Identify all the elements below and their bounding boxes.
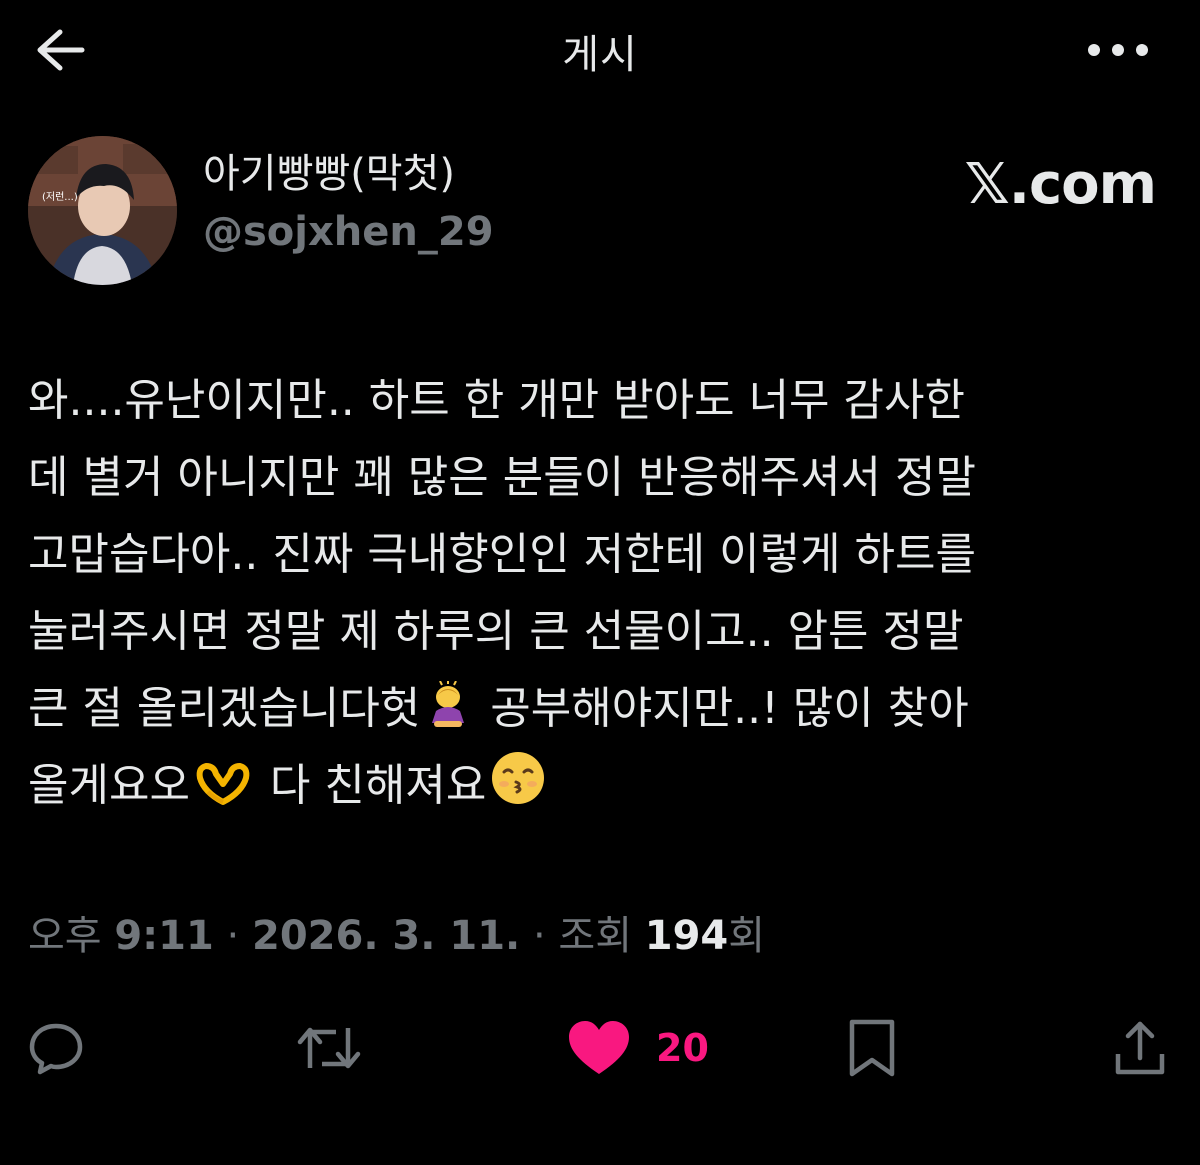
- top-bar: 게시: [0, 0, 1200, 110]
- views-label: 조회: [558, 913, 645, 959]
- views-count[interactable]: 194: [645, 913, 729, 959]
- heart-hands-emoji: [194, 753, 252, 830]
- tweet-line: 눌러주시면 정말 제 하루의 큰 선물이고.. 암튼 정말: [28, 606, 964, 657]
- share-icon: [1115, 1021, 1165, 1075]
- tweet-text-segment: 공부해야지만..! 많이 찾아: [490, 683, 969, 734]
- avatar-caption: (저런...): [42, 191, 78, 203]
- retweet-icon: [297, 1027, 361, 1069]
- time-prefix: 오후: [28, 913, 115, 959]
- tweet-line: 와....유난이지만.. 하트 한 개만 받아도 너무 감사한: [28, 375, 965, 426]
- separator: ·: [520, 913, 559, 959]
- user-handle[interactable]: @sojxhen_29: [203, 202, 494, 262]
- tweet-line: 고맙습다아.. 진짜 극내향인인 저한테 이렇게 하트를: [28, 529, 976, 580]
- tweet-text-segment: 올게요오: [28, 760, 190, 811]
- author-names: 아기빵빵(막첫) @sojxhen_29: [203, 146, 494, 262]
- display-name[interactable]: 아기빵빵(막첫): [203, 146, 494, 202]
- post-date: 2026. 3. 11.: [251, 913, 521, 959]
- bowing-woman-emoji: [424, 676, 472, 753]
- like-button[interactable]: 20: [566, 1010, 709, 1086]
- author-row: (저런...) 아기빵빵(막첫) @sojxhen_29 𝕏.com: [28, 136, 1178, 286]
- tweet-text-segment: 다 친해져요: [269, 760, 487, 811]
- heart-icon: [569, 1021, 629, 1074]
- action-bar: 20: [0, 1010, 1200, 1090]
- page-title: 게시: [562, 32, 638, 78]
- tweet-text: 와....유난이지만.. 하트 한 개만 받아도 너무 감사한 데 별거 아니지…: [28, 362, 1178, 824]
- x-com-watermark: 𝕏.com: [964, 152, 1157, 217]
- kissing-face-emoji: [490, 750, 546, 830]
- reply-button[interactable]: [26, 1010, 86, 1086]
- views-suffix: 회: [728, 913, 766, 959]
- avatar[interactable]: (저런...): [28, 136, 177, 285]
- like-count: 20: [656, 1026, 709, 1070]
- tweet-line: 올게요오 다 친해져요: [28, 747, 1178, 824]
- share-button[interactable]: [1110, 1010, 1170, 1086]
- tweet-text-segment: 큰 절 올리겠습니다헛: [28, 683, 421, 734]
- reply-icon: [29, 1023, 83, 1075]
- more-button[interactable]: [1080, 20, 1156, 80]
- post-page: 게시 (저런...) 아기빵빵(막첫) @sojxhen_29 𝕏.com 와.…: [0, 0, 1200, 1165]
- retweet-button[interactable]: [296, 1010, 362, 1086]
- bookmark-button[interactable]: [844, 1010, 900, 1086]
- bookmark-icon: [849, 1019, 895, 1077]
- separator: ·: [213, 913, 252, 959]
- post-meta: 오후 9:11 · 2026. 3. 11. · 조회 194회: [28, 906, 765, 966]
- tweet-line: 큰 절 올리겠습니다헛 공부해야지만..! 많이 찾아: [28, 670, 1178, 747]
- post-time: 9:11: [114, 913, 214, 959]
- more-icon: [1088, 44, 1148, 56]
- avatar-image: (저런...): [28, 136, 177, 285]
- tweet-line: 데 별거 아니지만 꽤 많은 분들이 반응해주셔서 정말: [28, 452, 976, 503]
